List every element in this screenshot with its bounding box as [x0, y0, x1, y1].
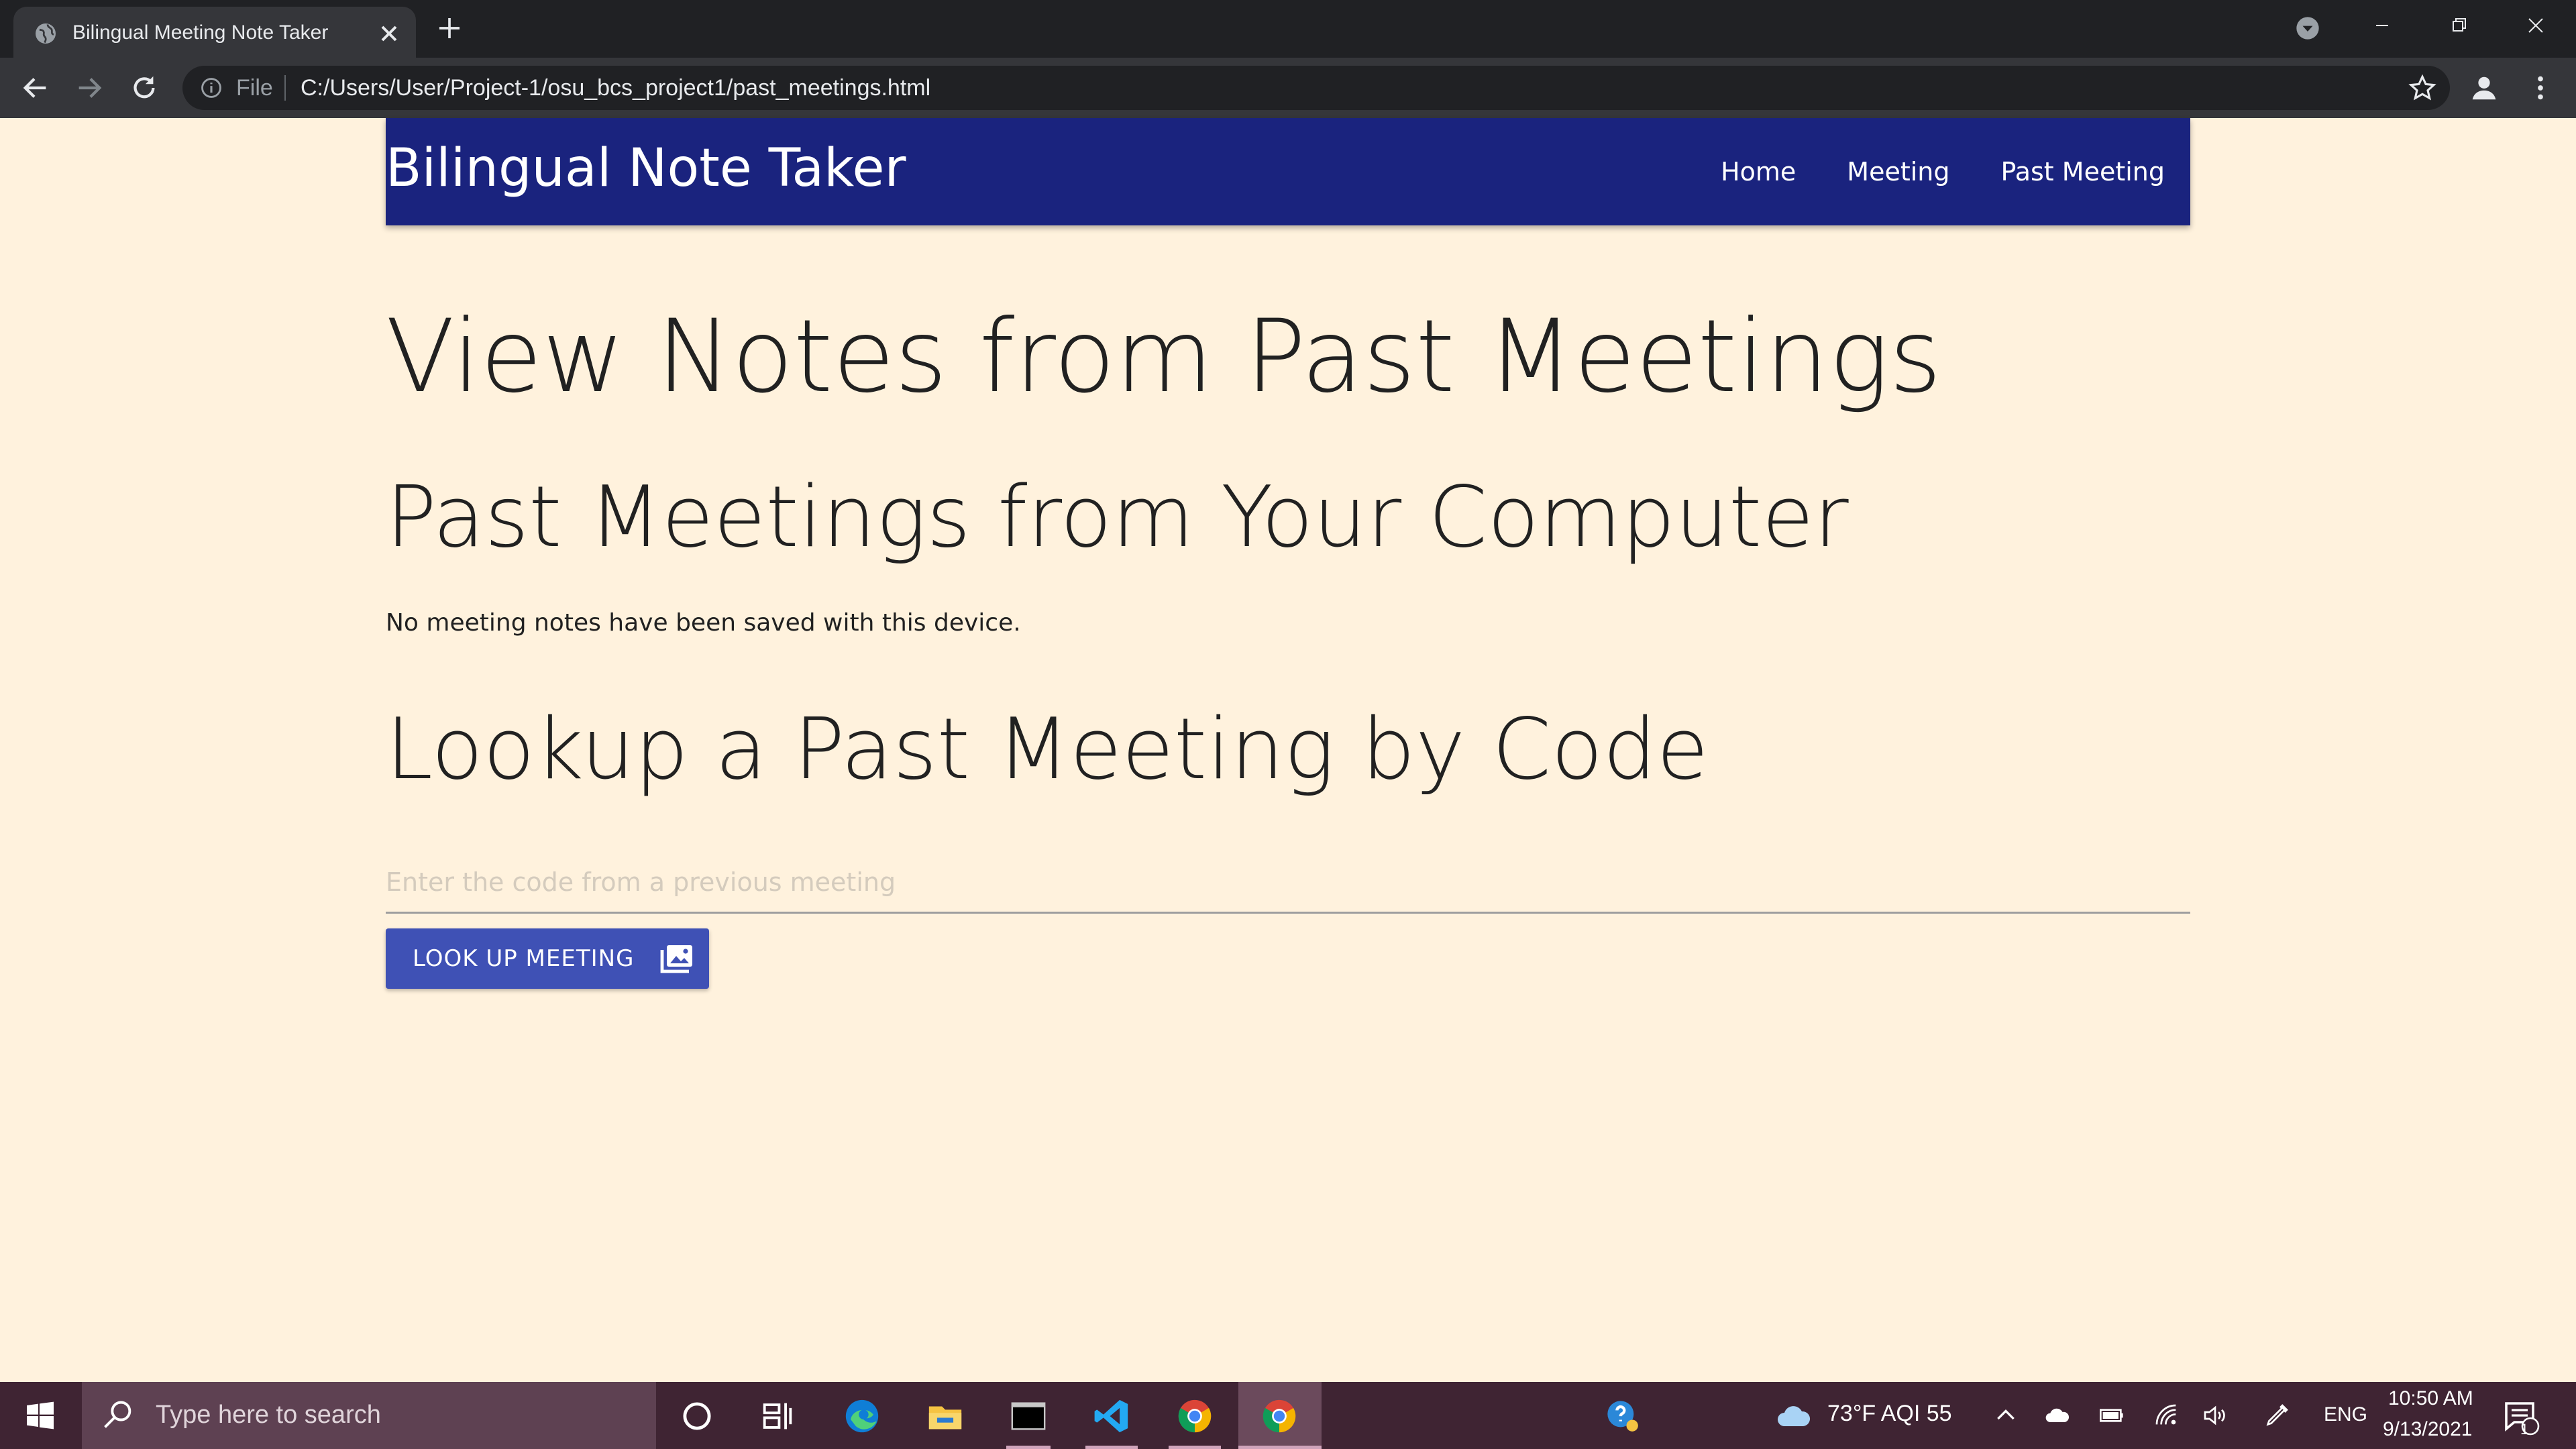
pen-workspace-icon[interactable] — [2263, 1402, 2290, 1429]
windows-taskbar: Type here to search 73°F AQI 55 ENG 10:5… — [0, 1382, 2576, 1449]
vscode-icon[interactable] — [1092, 1397, 1131, 1436]
nav-link-past-meeting[interactable]: Past Meeting — [2001, 157, 2165, 186]
meeting-code-input[interactable] — [386, 852, 2190, 914]
restore-icon[interactable] — [2422, 0, 2496, 54]
nav-links: Home Meeting Past Meeting — [1721, 157, 2165, 186]
new-tab-icon[interactable] — [436, 15, 463, 42]
search-icon — [104, 1401, 131, 1428]
look-up-meeting-label: LOOK UP MEETING — [413, 945, 635, 972]
battery-icon[interactable] — [2098, 1402, 2125, 1429]
notification-count-badge: 1 — [2520, 1421, 2529, 1438]
url-text[interactable]: C:/Users/User/Project-1/osu_bcs_project1… — [301, 75, 930, 101]
onedrive-icon[interactable] — [2045, 1402, 2072, 1429]
terminal-icon[interactable] — [1009, 1397, 1048, 1436]
lookup-heading: Lookup a Past Meeting by Code — [386, 700, 1709, 798]
clock-date[interactable]: 9/13/2021 — [2383, 1418, 2472, 1441]
tab-search-icon[interactable] — [2294, 15, 2321, 42]
running-indicator — [1085, 1446, 1138, 1449]
browser-tabstrip: Bilingual Meeting Note Taker — [0, 0, 2576, 58]
taskbar-search-placeholder: Type here to search — [156, 1401, 381, 1429]
chrome-icon[interactable] — [1260, 1397, 1299, 1436]
kebab-menu-icon[interactable] — [2525, 72, 2556, 103]
file-explorer-icon[interactable] — [926, 1397, 965, 1436]
site-info-icon[interactable] — [200, 76, 223, 99]
weather-readout[interactable]: 73°F AQI 55 — [1827, 1401, 1952, 1427]
task-view-icon[interactable] — [758, 1397, 797, 1436]
windows-start-icon[interactable] — [24, 1399, 56, 1432]
nav-link-meeting[interactable]: Meeting — [1847, 157, 1949, 186]
clock-time[interactable]: 10:50 AM — [2388, 1387, 2473, 1410]
running-indicator — [1238, 1446, 1322, 1449]
tab-title: Bilingual Meeting Note Taker — [72, 21, 329, 44]
cortana-icon[interactable] — [678, 1397, 716, 1436]
chrome-icon[interactable] — [1175, 1397, 1214, 1436]
close-tab-icon[interactable] — [376, 20, 402, 47]
bookmark-star-icon[interactable] — [2408, 74, 2436, 102]
browser-tab-active[interactable]: Bilingual Meeting Note Taker — [13, 7, 416, 58]
back-arrow-icon[interactable] — [20, 72, 51, 103]
taskbar-search-box[interactable]: Type here to search — [82, 1382, 656, 1449]
running-indicator — [1169, 1446, 1221, 1449]
forward-arrow-icon[interactable] — [74, 72, 105, 103]
chevron-up-icon[interactable] — [1992, 1402, 2019, 1429]
url-separator — [284, 75, 286, 101]
running-indicator — [1006, 1446, 1051, 1449]
address-bar[interactable]: File C:/Users/User/Project-1/osu_bcs_pro… — [182, 66, 2450, 110]
globe-icon — [36, 23, 56, 44]
nav-link-home[interactable]: Home — [1721, 157, 1796, 186]
browser-toolbar: File C:/Users/User/Project-1/osu_bcs_pro… — [0, 58, 2576, 118]
no-notes-message: No meeting notes have been saved with th… — [386, 609, 1021, 637]
brand-logo[interactable]: Bilingual Note Taker — [386, 138, 906, 199]
profile-icon[interactable] — [2469, 72, 2500, 103]
window-close-icon[interactable] — [2498, 0, 2572, 54]
reload-icon[interactable] — [129, 72, 160, 103]
page-title: View Notes from Past Meetings — [386, 299, 1942, 415]
url-scheme: File — [236, 75, 273, 101]
wifi-icon[interactable] — [2153, 1402, 2180, 1429]
help-icon[interactable] — [1605, 1398, 1640, 1433]
local-meetings-heading: Past Meetings from Your Computer — [386, 468, 1849, 566]
minimize-icon[interactable] — [2345, 0, 2419, 54]
edge-icon[interactable] — [843, 1397, 881, 1436]
look-up-meeting-button[interactable]: LOOK UP MEETING — [386, 928, 709, 989]
language-indicator[interactable]: ENG — [2324, 1403, 2367, 1426]
photo-library-icon — [661, 945, 693, 973]
weather-cloud-icon[interactable] — [1775, 1401, 1813, 1430]
volume-icon[interactable] — [2202, 1402, 2229, 1429]
site-navbar: Bilingual Note Taker Home Meeting Past M… — [386, 118, 2190, 225]
